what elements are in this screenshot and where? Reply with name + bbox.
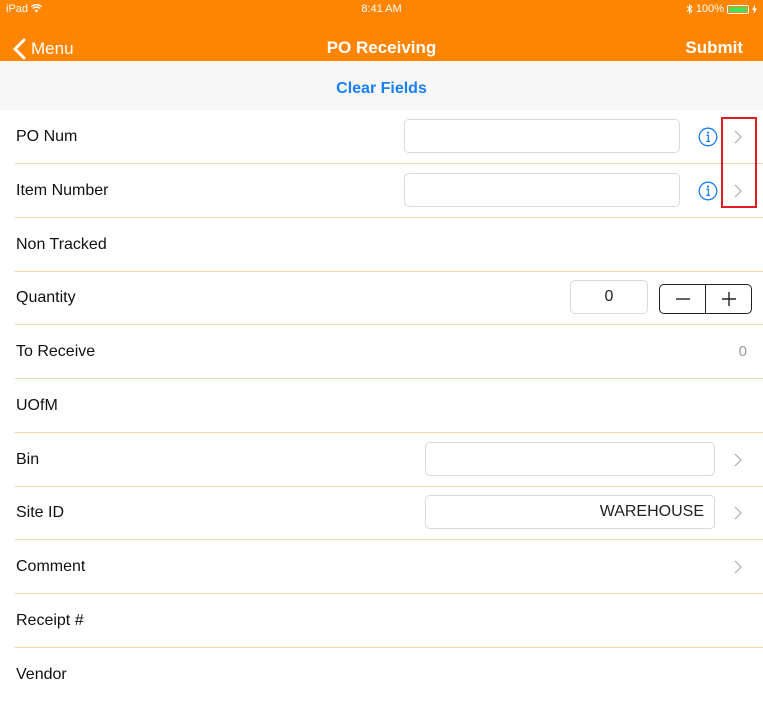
uofm-row[interactable]: UOfM xyxy=(0,379,763,433)
battery-percent: 100% xyxy=(695,3,724,15)
page-title: PO Receiving xyxy=(326,38,437,57)
decrement-button[interactable] xyxy=(660,285,705,313)
site-id-field[interactable] xyxy=(425,495,715,529)
vendor-row: Vendor xyxy=(0,648,763,698)
to-receive-row: To Receive 0 xyxy=(0,325,763,379)
quantity-stepper[interactable] xyxy=(659,284,752,314)
submit-button[interactable]: Submit xyxy=(685,38,743,58)
status-time: 8:41 AM xyxy=(361,3,402,15)
to-receive-value: 0 xyxy=(738,343,747,360)
clear-fields-button[interactable]: Clear Fields xyxy=(336,80,427,98)
non-tracked-row[interactable]: Non Tracked xyxy=(0,218,763,272)
bluetooth-icon xyxy=(686,4,693,14)
minus-icon xyxy=(675,298,690,300)
bin-row: Bin xyxy=(0,433,763,487)
non-tracked-label: Non Tracked xyxy=(16,236,107,253)
quantity-field[interactable] xyxy=(570,280,648,314)
bin-field[interactable] xyxy=(425,442,715,476)
po-num-field[interactable] xyxy=(404,119,680,153)
po-num-row: PO Num xyxy=(0,110,763,164)
site-id-row: Site ID xyxy=(0,486,763,540)
receipt-row: Receipt # xyxy=(0,594,763,648)
quantity-row: Quantity xyxy=(0,271,763,325)
chevron-right-icon[interactable] xyxy=(733,505,743,521)
charging-bolt-icon xyxy=(752,4,757,14)
status-bar: iPad 8:41 AM 100% xyxy=(0,0,763,18)
battery-icon xyxy=(727,4,749,14)
vendor-label: Vendor xyxy=(16,666,67,683)
uofm-label: UOfM xyxy=(16,397,58,414)
item-number-label: Item Number xyxy=(16,182,109,199)
to-receive-label: To Receive xyxy=(16,343,96,360)
receipt-label: Receipt # xyxy=(16,612,84,629)
status-bar-right: 100% xyxy=(686,3,757,15)
item-number-field[interactable] xyxy=(404,173,680,207)
info-icon[interactable] xyxy=(698,181,718,201)
plus-icon xyxy=(721,292,736,306)
bin-label: Bin xyxy=(16,451,40,468)
site-id-label: Site ID xyxy=(16,504,65,521)
quantity-label: Quantity xyxy=(16,289,76,306)
clear-fields-bar: Clear Fields xyxy=(0,61,763,110)
po-num-label: PO Num xyxy=(16,128,78,145)
info-icon[interactable] xyxy=(698,127,718,147)
chevron-right-icon[interactable] xyxy=(733,452,743,468)
chevron-right-icon[interactable] xyxy=(733,559,743,575)
chevron-right-icon[interactable] xyxy=(733,183,743,199)
chevron-right-icon[interactable] xyxy=(733,129,743,145)
item-number-row: Item Number xyxy=(0,164,763,218)
comment-label: Comment xyxy=(16,558,86,575)
increment-button[interactable] xyxy=(705,285,751,313)
comment-row[interactable]: Comment xyxy=(0,540,763,594)
